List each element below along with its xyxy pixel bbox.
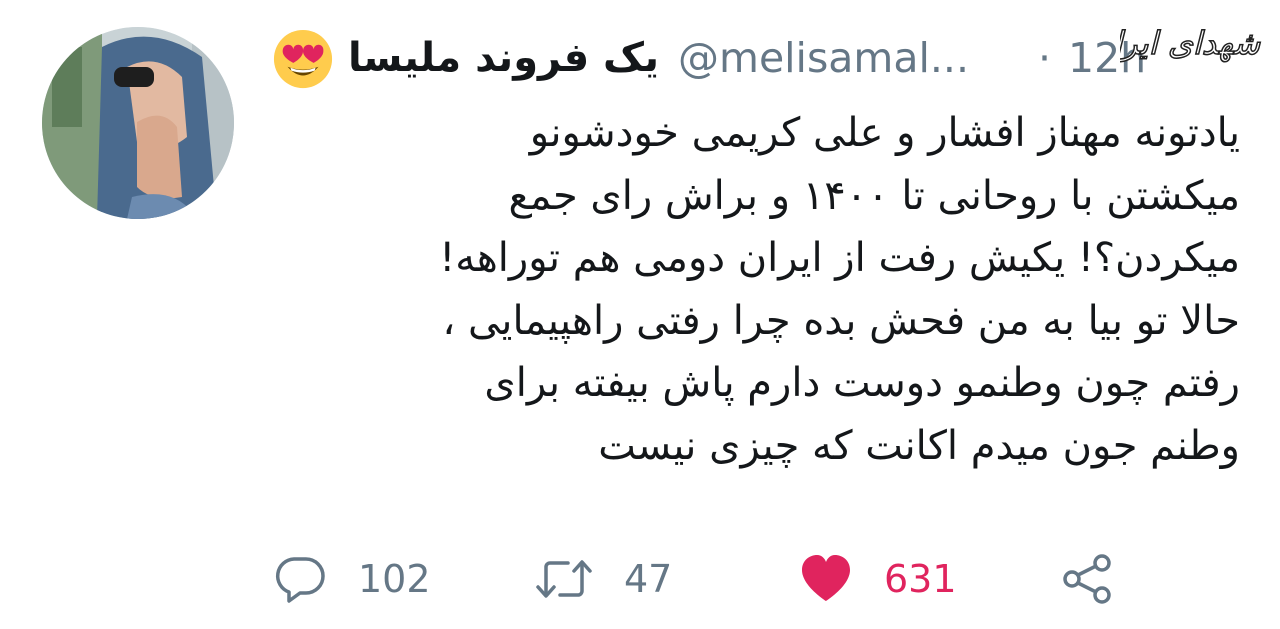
tweet-text-line: میکشتن با روحانی تا ۱۴۰۰ و براش رای جمع [508, 172, 1240, 219]
display-name[interactable]: یک فروند ملیسا [348, 32, 659, 84]
tweet-text: یادتونه مهناز افشار و علی کریمی خودشونو … [300, 102, 1240, 477]
avatar-image [42, 27, 234, 219]
share-icon [1063, 554, 1111, 604]
retweet-button[interactable]: 47 [534, 544, 672, 614]
retweet-icon [536, 560, 592, 598]
tweet-text-line: رفتم چون وطنمو دوست دارم پاش بیفته برای [484, 360, 1240, 406]
tweet-text-line: یادتونه مهناز افشار و علی کریمی خودشونو [529, 110, 1240, 156]
tweet-text-line: وطنم جون میدم اکانت که چیزی نیست [598, 422, 1240, 469]
avatar[interactable] [42, 27, 234, 219]
reply-count: 102 [358, 557, 431, 601]
retweet-count: 47 [624, 557, 673, 601]
tweet-actions: 102 47 631 [272, 544, 1172, 614]
share-button[interactable] [1058, 544, 1118, 614]
tweet-text-line: میکردن؟! یکیش رفت از ایران دومی هم توراه… [439, 235, 1240, 281]
like-count: 631 [884, 557, 957, 601]
svg-text:شهدای ایران: شهدای ایران [1120, 24, 1261, 62]
heart-icon [802, 555, 850, 601]
heart-eyes-emoji-icon [273, 29, 333, 89]
reply-button[interactable]: 102 [272, 544, 431, 614]
reply-icon [275, 557, 325, 603]
like-button[interactable]: 631 [798, 544, 957, 614]
watermark-logo: شهدای ایران [1120, 23, 1262, 63]
tweet-card[interactable]: یک فروند ملیسا @melisamal... · 12h شهدای… [0, 0, 1280, 629]
separator-dot: · [1038, 34, 1052, 82]
user-handle[interactable]: @melisamal... [678, 32, 969, 84]
tweet-header: یک فروند ملیسا @melisamal... · 12h شهدای… [272, 22, 1262, 94]
tweet-text-line: حالا تو بیا به من فحش بده چرا رفتی راهپی… [442, 297, 1240, 344]
